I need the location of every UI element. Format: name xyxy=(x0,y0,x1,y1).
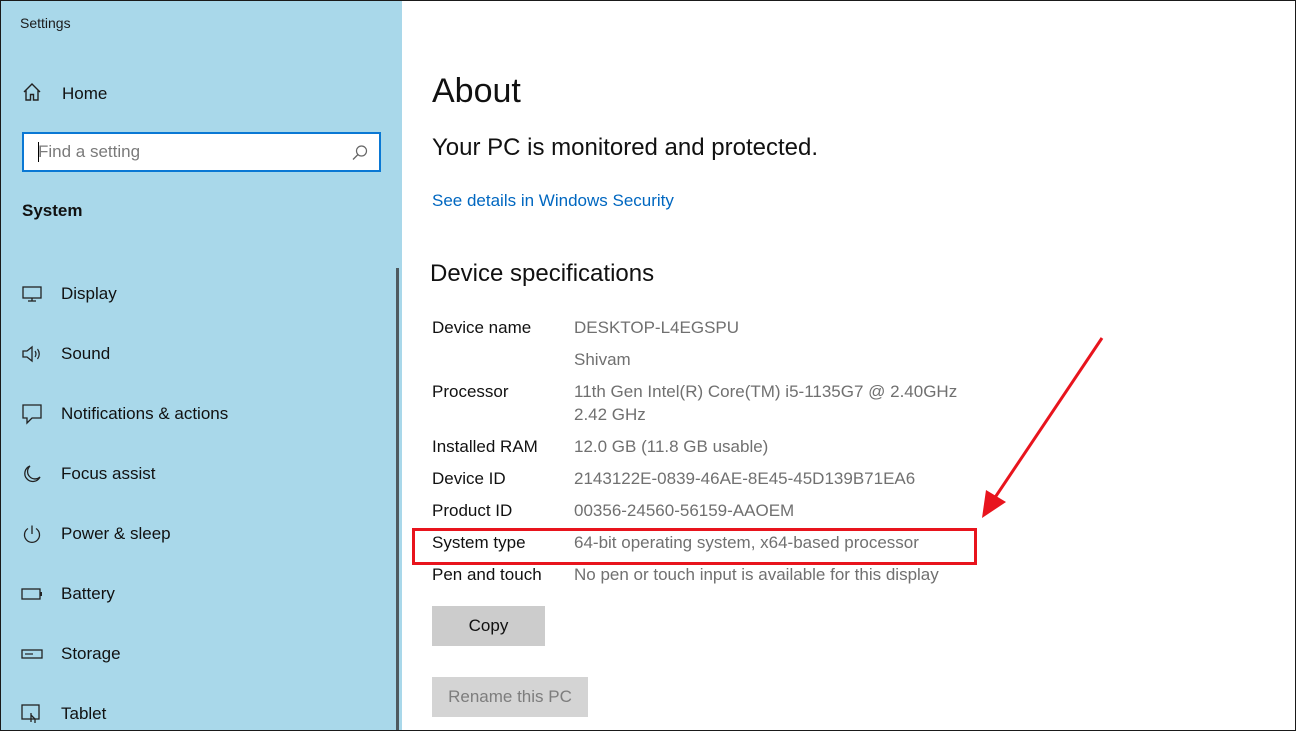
app-title: Settings xyxy=(20,15,71,31)
battery-icon xyxy=(21,583,43,605)
spec-key: Processor xyxy=(432,382,509,401)
spec-value: 64-bit operating system, x64-based proce… xyxy=(574,533,919,552)
sidebar-scrollbar[interactable] xyxy=(396,268,399,731)
spec-key: Product ID xyxy=(432,501,513,520)
sidebar-item-power-sleep[interactable]: Power & sleep xyxy=(0,504,402,564)
text-caret xyxy=(38,142,39,162)
storage-icon xyxy=(21,643,43,665)
sidebar-item-label: Focus assist xyxy=(61,464,156,483)
page-title: About xyxy=(432,72,521,110)
spec-value-secondary: 2.42 GHz xyxy=(574,405,646,424)
spec-key: Installed RAM xyxy=(432,437,538,456)
sidebar-item-tablet[interactable]: Tablet xyxy=(0,684,402,731)
sidebar-item-label: Battery xyxy=(61,584,115,603)
sidebar-item-label: Display xyxy=(61,284,117,303)
home-icon xyxy=(22,82,42,107)
annotation-arrow-icon xyxy=(982,337,1104,518)
sidebar-item-label: Storage xyxy=(61,644,121,663)
copy-button[interactable]: Copy xyxy=(432,606,545,646)
spec-key: System type xyxy=(432,533,526,552)
spec-value: 00356-24560-56159-AAOEM xyxy=(574,501,795,520)
spec-value: 2143122E-0839-46AE-8E45-45D139B71EA6 xyxy=(574,469,916,488)
spec-value: 11th Gen Intel(R) Core(TM) i5-1135G7 @ 2… xyxy=(574,382,958,401)
display-icon xyxy=(21,283,43,305)
sidebar: Settings Home System Display Sound xyxy=(0,0,402,731)
spec-value: 12.0 GB (11.8 GB usable) xyxy=(574,437,769,456)
search-input[interactable] xyxy=(38,142,338,162)
sidebar-item-focus-assist[interactable]: Focus assist xyxy=(0,444,402,504)
search-box[interactable] xyxy=(22,132,381,172)
spec-value: No pen or touch input is available for t… xyxy=(574,565,939,584)
protection-status: Your PC is monitored and protected. xyxy=(432,134,819,161)
tablet-icon xyxy=(21,703,43,725)
sidebar-item-notifications[interactable]: Notifications & actions xyxy=(0,384,402,444)
section-label-system: System xyxy=(22,201,83,220)
power-icon xyxy=(21,523,43,545)
speaker-icon xyxy=(21,343,43,365)
sidebar-item-label: Sound xyxy=(61,344,111,363)
sidebar-item-display[interactable]: Display xyxy=(0,264,402,324)
sidebar-item-battery[interactable]: Battery xyxy=(0,564,402,624)
device-specifications-heading: Device specifications xyxy=(430,260,655,287)
nav-list: Display Sound Notifications & actions Fo… xyxy=(0,264,402,731)
main-content: About Your PC is monitored and protected… xyxy=(402,0,1296,731)
moon-icon xyxy=(21,463,43,485)
sidebar-item-label: Notifications & actions xyxy=(61,404,229,423)
spec-key: Device name xyxy=(432,318,532,337)
sidebar-item-sound[interactable]: Sound xyxy=(0,324,402,384)
sidebar-item-label: Tablet xyxy=(61,704,107,723)
windows-security-link[interactable]: See details in Windows Security xyxy=(432,191,674,211)
spec-key: Pen and touch xyxy=(432,565,542,584)
home-label: Home xyxy=(62,84,108,103)
nav-home[interactable]: Home xyxy=(22,82,107,106)
sidebar-item-storage[interactable]: Storage xyxy=(0,624,402,684)
rename-pc-button[interactable]: Rename this PC xyxy=(432,677,588,717)
spec-value-secondary: Shivam xyxy=(574,350,631,369)
spec-value: DESKTOP-L4EGSPU xyxy=(574,318,740,337)
spec-key: Device ID xyxy=(432,469,506,488)
sidebar-item-label: Power & sleep xyxy=(61,524,171,543)
notification-icon xyxy=(21,403,43,425)
search-icon[interactable] xyxy=(351,144,369,167)
